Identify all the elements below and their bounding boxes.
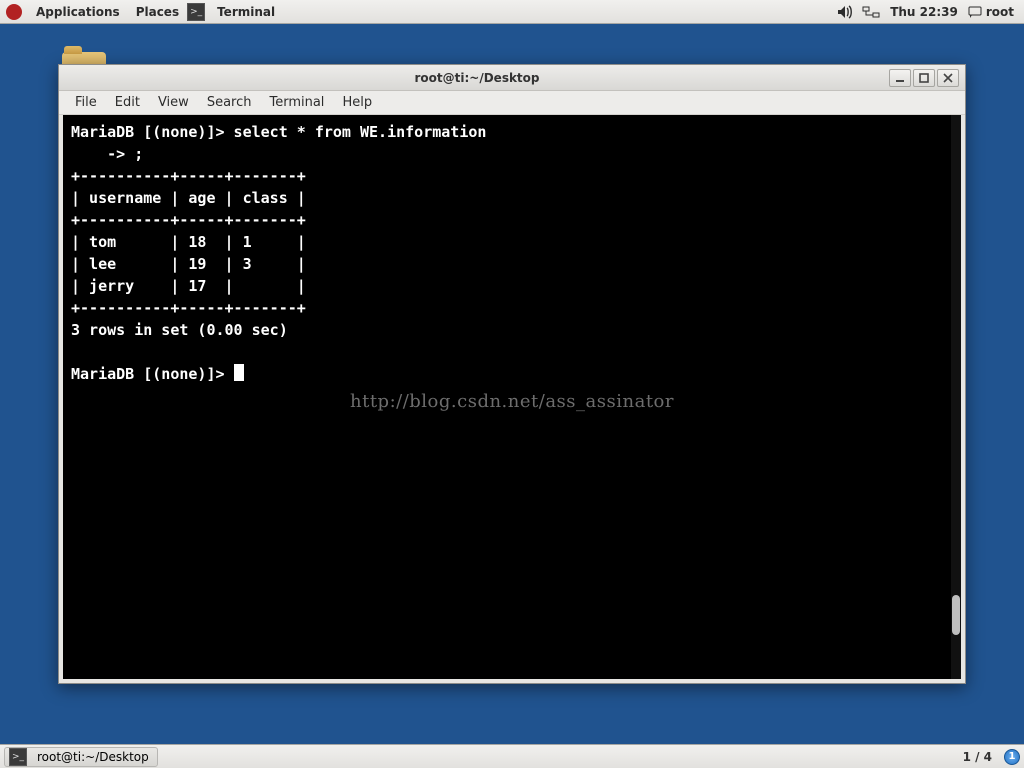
menubar: File Edit View Search Terminal Help xyxy=(59,91,965,115)
volume-icon[interactable] xyxy=(837,5,852,19)
clock[interactable]: Thu 22:39 xyxy=(890,5,958,19)
places-menu[interactable]: Places xyxy=(128,5,187,19)
update-notifier-icon[interactable]: 1 xyxy=(1004,749,1020,765)
update-badge: 1 xyxy=(1009,751,1016,762)
chat-icon xyxy=(968,6,982,18)
menu-file[interactable]: File xyxy=(67,93,105,112)
system-tray: Thu 22:39 root xyxy=(837,5,1018,19)
maximize-button[interactable] xyxy=(913,69,935,87)
network-icon[interactable] xyxy=(862,6,880,18)
scrollbar-thumb[interactable] xyxy=(952,595,960,635)
distro-icon xyxy=(6,4,22,20)
taskbar-item-terminal[interactable]: >_ root@ti:~/Desktop xyxy=(4,747,158,767)
menu-edit[interactable]: Edit xyxy=(107,93,148,112)
terminal-window: root@ti:~/Desktop File Edit View Search … xyxy=(58,64,966,684)
menu-view[interactable]: View xyxy=(150,93,197,112)
menu-terminal[interactable]: Terminal xyxy=(261,93,332,112)
window-title: root@ti:~/Desktop xyxy=(65,71,889,85)
terminal-cursor xyxy=(234,364,244,381)
terminal-launcher-label[interactable]: Terminal xyxy=(209,5,283,19)
terminal-scrollbar[interactable] xyxy=(951,115,961,679)
workspace-pager[interactable]: 1 / 4 xyxy=(955,750,1000,764)
user-label: root xyxy=(986,5,1014,19)
titlebar[interactable]: root@ti:~/Desktop xyxy=(59,65,965,91)
close-button[interactable] xyxy=(937,69,959,87)
user-menu[interactable]: root xyxy=(968,5,1014,19)
terminal-body[interactable]: MariaDB [(none)]> select * from WE.infor… xyxy=(63,115,961,679)
terminal-icon: >_ xyxy=(9,748,27,766)
terminal-launcher-icon[interactable]: >_ xyxy=(187,3,205,21)
minimize-button[interactable] xyxy=(889,69,911,87)
watermark: http://blog.csdn.net/ass_assinator xyxy=(350,391,674,412)
terminal-output: MariaDB [(none)]> select * from WE.infor… xyxy=(63,115,961,391)
menu-search[interactable]: Search xyxy=(199,93,260,112)
menu-help[interactable]: Help xyxy=(334,93,380,112)
taskbar-item-label: root@ti:~/Desktop xyxy=(37,750,149,764)
applications-menu[interactable]: Applications xyxy=(28,5,128,19)
top-panel: Applications Places >_ Terminal Thu 22:3… xyxy=(0,0,1024,24)
bottom-panel: >_ root@ti:~/Desktop 1 / 4 1 xyxy=(0,744,1024,768)
